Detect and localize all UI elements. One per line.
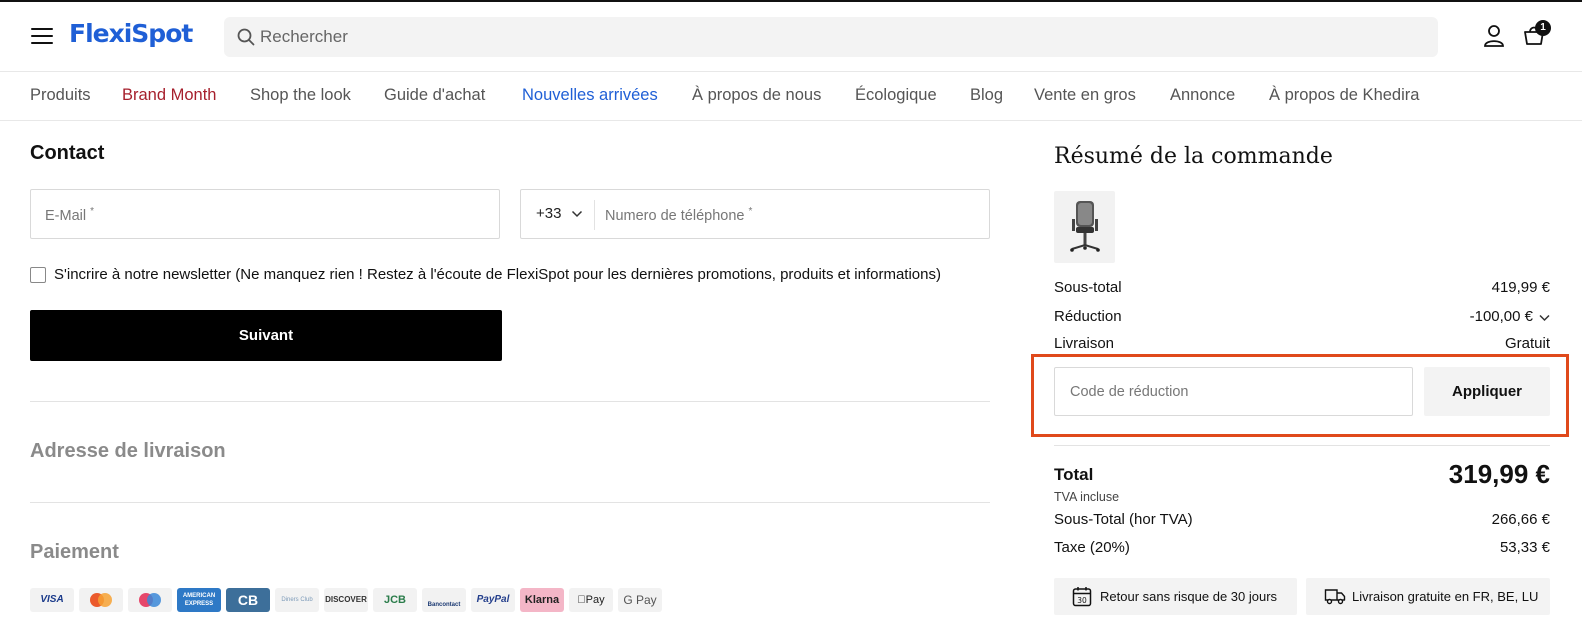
cart-count-badge: 1 [1535, 20, 1551, 36]
truck-icon [1324, 589, 1346, 605]
payment-title[interactable]: Paiement [30, 541, 119, 564]
nav-item-a-propos[interactable]: À propos de nous [692, 86, 821, 105]
nav-item-annonce[interactable]: Annonce [1170, 86, 1235, 105]
discover-logo: DISCOVER [324, 588, 368, 612]
paypal-logo: PayPal [471, 588, 515, 612]
bancontact-logo: Bancontact [422, 588, 466, 612]
subtotal-ht-label: Sous-Total (hor TVA) [1054, 511, 1193, 528]
next-button[interactable]: Suivant [30, 310, 502, 361]
calendar-icon: 30 [1072, 587, 1092, 607]
menu-icon[interactable] [31, 28, 53, 46]
amex-logo: AMERICAN EXPRESS [177, 588, 221, 612]
email-placeholder: E-Mail * [45, 206, 95, 224]
maestro-logo [128, 588, 172, 612]
field-divider [594, 200, 595, 230]
flexispot-logo[interactable]: FlexiSpot [69, 19, 193, 48]
mastercard-logo [79, 588, 123, 612]
discount-label: Réduction [1054, 308, 1122, 325]
tva-note: TVA incluse [1054, 490, 1120, 504]
newsletter-checkbox[interactable] [30, 267, 46, 283]
search-input[interactable] [260, 17, 1420, 57]
shipping-label: Livraison [1054, 335, 1115, 352]
shipping-row: Livraison Gratuit [1054, 335, 1550, 355]
subtotal-row: Sous-total 419,99 € [1054, 279, 1550, 299]
shipping-address-title[interactable]: Adresse de livraison [30, 440, 226, 463]
shipping-value: Gratuit [1504, 335, 1550, 352]
phone-placeholder: Numero de téléphone * [605, 206, 753, 224]
google-pay-logo: G Pay [618, 588, 662, 612]
chevron-down-icon[interactable] [1539, 314, 1550, 322]
summary-divider [1054, 445, 1550, 446]
total-label: Total [1054, 465, 1094, 484]
discount-row[interactable]: Réduction -100,00 € [1054, 308, 1550, 328]
jcb-logo: JCB [373, 588, 417, 612]
country-code-select[interactable]: +33 [536, 205, 583, 222]
subtotal-ht-row: Sous-Total (hor TVA) 266,66 € [1054, 511, 1550, 531]
tax-label: Taxe (20%) [1054, 539, 1130, 556]
return-policy-badge: 30 Retour sans risque de 30 jours [1054, 578, 1297, 615]
account-icon[interactable] [1483, 24, 1509, 50]
total-value: 319,99 € [1448, 459, 1550, 489]
nav-item-produits[interactable]: Produits [30, 86, 91, 105]
apple-pay-logo: Pay [569, 588, 613, 612]
nav-item-a-propos-khedira[interactable]: À propos de Khedira [1269, 86, 1419, 105]
free-shipping-text: Livraison gratuite en FR, BE, LU [1352, 589, 1539, 604]
nav-item-vente-en-gros[interactable]: Vente en gros [1034, 86, 1136, 105]
svg-text:30: 30 [1077, 596, 1087, 605]
subtotal-value: 419,99 € [1491, 279, 1550, 296]
cb-logo: CB [226, 588, 270, 612]
newsletter-label: S'incrire à notre newsletter (Ne manquez… [54, 266, 941, 283]
klarna-logo: Klarna [520, 588, 564, 612]
nav-item-nouvelles-arrivees[interactable]: Nouvelles arrivées [522, 86, 658, 105]
email-field[interactable]: E-Mail * [30, 189, 500, 239]
nav-item-blog[interactable]: Blog [970, 86, 1003, 105]
search-icon [237, 28, 255, 46]
free-shipping-badge: Livraison gratuite en FR, BE, LU [1306, 578, 1550, 615]
office-chair-image [1070, 201, 1100, 252]
visa-logo: VISA [30, 588, 74, 612]
subtotal-label: Sous-total [1054, 279, 1122, 296]
chevron-down-icon [571, 210, 582, 218]
highlight-box [1031, 354, 1569, 437]
order-summary-title: Résumé de la commande [1054, 144, 1333, 169]
nav-item-guide-achat[interactable]: Guide d'achat [384, 86, 485, 105]
subtotal-ht-value: 266,66 € [1491, 511, 1550, 528]
nav-item-brand-month[interactable]: Brand Month [122, 86, 216, 105]
section-divider [30, 401, 990, 402]
nav-item-shop-the-look[interactable]: Shop the look [250, 86, 351, 105]
search-bar[interactable] [224, 17, 1438, 57]
product-thumbnail[interactable] [1054, 191, 1115, 263]
tax-row: Taxe (20%) 53,33 € [1054, 539, 1550, 559]
return-policy-text: Retour sans risque de 30 jours [1100, 589, 1278, 604]
tax-value: 53,33 € [1499, 539, 1550, 556]
section-divider [30, 502, 990, 503]
main-nav: Produits Brand Month Shop the look Guide… [0, 73, 1582, 121]
phone-field[interactable]: +33 Numero de téléphone * [520, 189, 990, 239]
discount-value: -100,00 € [1469, 308, 1533, 325]
nav-item-ecologique[interactable]: Écologique [855, 86, 937, 105]
diners-club-logo: Diners Club [275, 588, 319, 612]
contact-title: Contact [30, 142, 105, 164]
site-header: FlexiSpot 1 [0, 2, 1582, 72]
